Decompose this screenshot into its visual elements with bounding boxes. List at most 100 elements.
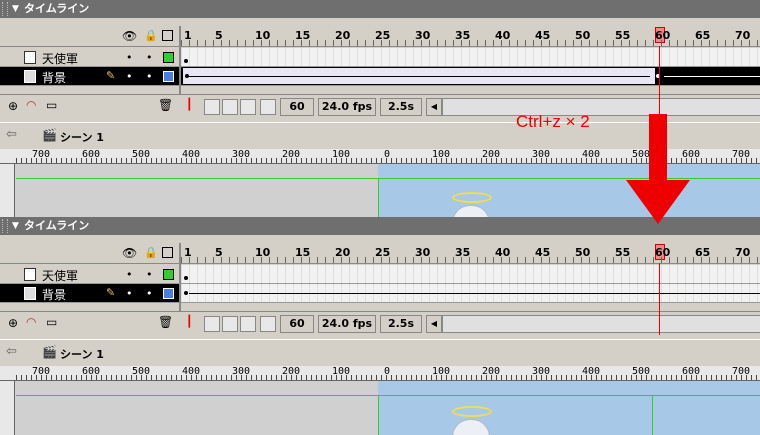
frames-row-background[interactable] — [181, 284, 760, 303]
back-arrow-icon[interactable]: ⇦ — [6, 344, 17, 359]
trash-icon[interactable]: 🗑 — [158, 315, 173, 329]
grip-icon[interactable] — [2, 2, 8, 16]
eye-icon[interactable]: 👁 — [122, 246, 137, 260]
horizontal-scrollbar[interactable] — [442, 315, 760, 333]
frames-row-angels[interactable] — [181, 265, 760, 284]
outline-color-swatch[interactable] — [163, 71, 174, 82]
insert-folder-icon[interactable]: ▭ — [46, 315, 57, 329]
horizontal-ruler: 700 600 500 400 300 200 100 0 100 200 30… — [0, 366, 760, 381]
outline-guide-line — [378, 395, 379, 435]
grip-icon[interactable] — [2, 219, 8, 233]
edit-multiple-icon[interactable] — [240, 99, 256, 115]
center-frame-icon[interactable]: ┃ — [186, 98, 193, 111]
playhead-line — [659, 46, 660, 118]
tween-arrow — [189, 293, 760, 294]
outline-guide-line — [16, 395, 760, 396]
lock-icon[interactable]: 🔒 — [144, 29, 158, 42]
background-image — [378, 164, 760, 217]
insert-layer-icon[interactable]: ⊕ — [8, 99, 18, 113]
visibility-dot[interactable]: • — [126, 268, 133, 281]
frames-row-angels[interactable] — [181, 48, 760, 67]
layer-icon — [24, 287, 36, 300]
scene-bar: ⇦ 🎬 シーン 1 — [0, 339, 760, 366]
timeline-footer: ⊕ ◠ ▭ 🗑 ┃ 60 24.0 fps 2.5s ◀ — [0, 94, 760, 119]
playhead-line — [659, 263, 660, 335]
lock-dot[interactable]: • — [146, 287, 153, 300]
visibility-dot[interactable]: • — [126, 51, 133, 64]
vertical-ruler — [0, 381, 15, 435]
layer-row-background[interactable]: 背景 ✎ • • — [0, 67, 179, 86]
outline-color-swatch[interactable] — [163, 52, 174, 63]
layer-row-angels[interactable]: 天使軍 • • — [0, 265, 179, 284]
edit-multiple-icon[interactable] — [240, 316, 256, 332]
layer-icon — [24, 268, 36, 281]
current-frame-field: 60 — [280, 315, 314, 333]
layer-name: 背景 — [42, 288, 67, 302]
layer-name: 天使軍 — [42, 269, 79, 283]
keyframe[interactable] — [184, 59, 188, 63]
onion-outline-icon[interactable] — [222, 316, 238, 332]
add-guide-icon[interactable]: ◠ — [26, 315, 36, 329]
layer-row-angels[interactable]: 天使軍 • • — [0, 48, 179, 67]
stage[interactable] — [0, 381, 760, 435]
fps-field: 24.0 fps — [318, 98, 376, 116]
layer-row-background[interactable]: 背景 ✎ • • — [0, 284, 179, 303]
horizontal-scrollbar[interactable] — [442, 98, 760, 116]
layer-name: 背景 — [42, 71, 67, 85]
horizontal-ruler: 700 600 500 400 300 200 100 0 100 200 30… — [0, 149, 760, 164]
lock-dot[interactable]: • — [146, 51, 153, 64]
scrollbar-left-arrow[interactable]: ◀ — [426, 98, 442, 116]
scene-label[interactable]: シーン 1 — [60, 129, 104, 145]
scrollbar-left-arrow[interactable]: ◀ — [426, 315, 442, 333]
back-arrow-icon[interactable]: ⇦ — [6, 127, 17, 142]
outline-icon[interactable] — [162, 30, 173, 41]
tween-arrow — [188, 76, 650, 77]
keyframe[interactable] — [184, 276, 188, 280]
outline-color-swatch[interactable] — [163, 269, 174, 280]
scene-bar: ⇦ 🎬 シーン 1 — [0, 122, 760, 149]
frame-ruler — [181, 257, 760, 263]
timeline-panel-after: ▼ タイムライン 👁 🔒 1 5 10 15 20 25 30 35 40 45… — [0, 217, 760, 435]
eye-icon[interactable]: 👁 — [122, 29, 137, 43]
angel-halo — [452, 192, 492, 203]
annotation-text: Ctrl+z × 2 — [516, 112, 590, 131]
insert-folder-icon[interactable]: ▭ — [46, 98, 57, 112]
down-arrow-annotation — [649, 114, 667, 180]
scene-icon: 🎬 — [42, 345, 57, 359]
down-arrow-head — [626, 180, 690, 224]
center-frame-icon[interactable]: ┃ — [186, 315, 193, 328]
collapse-arrow-icon[interactable]: ▼ — [12, 217, 19, 235]
lock-dot[interactable]: • — [146, 268, 153, 281]
collapse-arrow-icon[interactable]: ▼ — [12, 0, 19, 18]
current-frame-field: 60 — [280, 98, 314, 116]
lock-dot[interactable]: • — [146, 70, 153, 83]
elapsed-field: 2.5s — [380, 315, 422, 333]
onion-markers-icon[interactable] — [260, 99, 276, 115]
outline-guide-line — [652, 395, 653, 435]
lock-icon[interactable]: 🔒 — [144, 246, 158, 259]
layer-icon — [24, 51, 36, 64]
vertical-ruler — [0, 164, 15, 217]
frame-ruler — [181, 40, 760, 46]
scene-icon: 🎬 — [42, 128, 57, 142]
onion-skin-icon[interactable] — [204, 99, 220, 115]
timeline-titlebar[interactable]: ▼ タイムライン — [0, 0, 760, 18]
visibility-dot[interactable]: • — [126, 70, 133, 83]
insert-layer-icon[interactable]: ⊕ — [8, 316, 18, 330]
angel-halo — [452, 406, 492, 417]
keyframe[interactable] — [184, 291, 188, 295]
onion-outline-icon[interactable] — [222, 99, 238, 115]
visibility-dot[interactable]: • — [126, 287, 133, 300]
layer-icon — [24, 70, 36, 83]
pencil-icon: ✎ — [106, 286, 116, 299]
onion-markers-icon[interactable] — [260, 316, 276, 332]
pencil-icon: ✎ — [106, 69, 116, 82]
scene-label[interactable]: シーン 1 — [60, 346, 104, 362]
trash-icon[interactable]: 🗑 — [158, 98, 173, 112]
onion-skin-icon[interactable] — [204, 316, 220, 332]
background-image — [378, 381, 760, 435]
add-guide-icon[interactable]: ◠ — [26, 98, 36, 112]
outline-color-swatch[interactable] — [163, 288, 174, 299]
outline-icon[interactable] — [162, 247, 173, 258]
keyframe[interactable] — [185, 74, 189, 78]
